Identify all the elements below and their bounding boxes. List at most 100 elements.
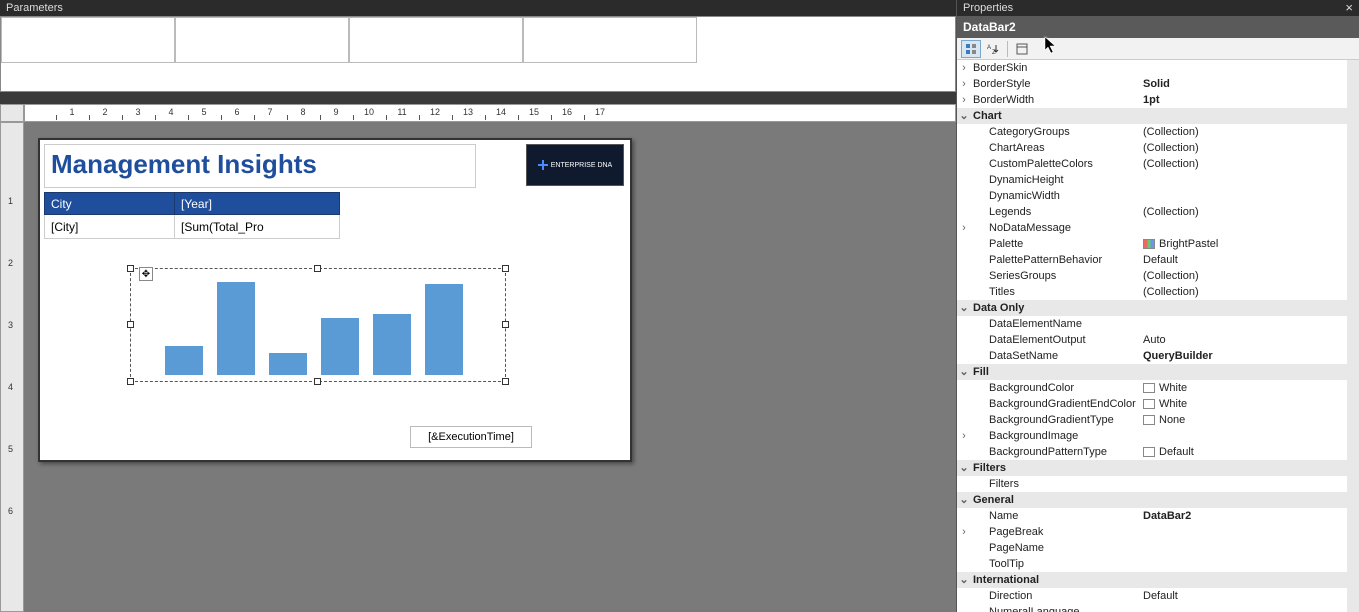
property-value[interactable]: [1139, 364, 1359, 380]
property-category[interactable]: ⌄Fill: [957, 364, 1359, 380]
property-row[interactable]: PalettePatternBehaviorDefault: [957, 252, 1359, 268]
expander-icon[interactable]: ›: [957, 220, 971, 236]
property-value[interactable]: [1139, 428, 1359, 444]
alphabetical-view-button[interactable]: AZ: [983, 40, 1003, 58]
report-title-textbox[interactable]: Management Insights: [44, 144, 476, 188]
property-category[interactable]: ⌄General: [957, 492, 1359, 508]
logo-image[interactable]: ENTERPRISE DNA: [526, 144, 624, 186]
property-value[interactable]: BrightPastel: [1139, 236, 1359, 252]
expander-icon[interactable]: ›: [957, 428, 971, 444]
scrollbar[interactable]: [1347, 60, 1359, 612]
property-row[interactable]: CategoryGroups(Collection): [957, 124, 1359, 140]
property-value[interactable]: Solid: [1139, 76, 1359, 92]
property-value[interactable]: Auto: [1139, 332, 1359, 348]
table-cell[interactable]: [City]: [45, 215, 175, 239]
property-row[interactable]: Filters: [957, 476, 1359, 492]
property-row[interactable]: NameDataBar2: [957, 508, 1359, 524]
parameters-splitter[interactable]: [0, 92, 956, 104]
property-value[interactable]: Default: [1139, 444, 1359, 460]
property-value[interactable]: [1139, 316, 1359, 332]
property-value[interactable]: Default: [1139, 252, 1359, 268]
property-row[interactable]: DynamicHeight: [957, 172, 1359, 188]
param-cell[interactable]: [349, 17, 523, 63]
property-value[interactable]: 1pt: [1139, 92, 1359, 108]
property-value[interactable]: (Collection): [1139, 268, 1359, 284]
property-row[interactable]: DataElementOutputAuto: [957, 332, 1359, 348]
property-value[interactable]: (Collection): [1139, 156, 1359, 172]
property-pages-button[interactable]: [1012, 40, 1032, 58]
expander-icon[interactable]: ⌄: [957, 108, 971, 124]
property-row[interactable]: ›BorderStyleSolid: [957, 76, 1359, 92]
property-row[interactable]: ›PageBreak: [957, 524, 1359, 540]
design-surface[interactable]: Management Insights ENTERPRISE DNA City …: [24, 122, 956, 612]
property-value[interactable]: [1139, 460, 1359, 476]
property-category[interactable]: ⌄Data Only: [957, 300, 1359, 316]
expander-icon[interactable]: ⌄: [957, 572, 971, 588]
property-value[interactable]: None: [1139, 412, 1359, 428]
resize-handle[interactable]: [502, 321, 509, 328]
property-value[interactable]: [1139, 188, 1359, 204]
property-value[interactable]: [1139, 220, 1359, 236]
property-value[interactable]: [1139, 540, 1359, 556]
property-category[interactable]: ⌄International: [957, 572, 1359, 588]
property-value[interactable]: (Collection): [1139, 204, 1359, 220]
expander-icon[interactable]: ›: [957, 524, 971, 540]
property-row[interactable]: PageName: [957, 540, 1359, 556]
property-row[interactable]: BackgroundGradientTypeNone: [957, 412, 1359, 428]
table-header-year[interactable]: [Year]: [175, 193, 340, 215]
property-value[interactable]: [1139, 476, 1359, 492]
property-row[interactable]: ›BorderWidth1pt: [957, 92, 1359, 108]
property-row[interactable]: BackgroundColorWhite: [957, 380, 1359, 396]
property-category[interactable]: ⌄Filters: [957, 460, 1359, 476]
resize-handle[interactable]: [502, 265, 509, 272]
expander-icon[interactable]: ›: [957, 60, 971, 76]
property-value[interactable]: [1139, 172, 1359, 188]
expander-icon[interactable]: ›: [957, 76, 971, 92]
expander-icon[interactable]: ›: [957, 92, 971, 108]
properties-object-selector[interactable]: DataBar2: [957, 16, 1359, 38]
property-row[interactable]: CustomPaletteColors(Collection): [957, 156, 1359, 172]
databar-chart-selected[interactable]: ✥: [130, 268, 506, 382]
resize-handle[interactable]: [127, 321, 134, 328]
property-row[interactable]: ›NoDataMessage: [957, 220, 1359, 236]
property-row[interactable]: DynamicWidth: [957, 188, 1359, 204]
table-header-city[interactable]: City: [45, 193, 175, 215]
property-row[interactable]: DataElementName: [957, 316, 1359, 332]
property-value[interactable]: [1139, 524, 1359, 540]
expander-icon[interactable]: ⌄: [957, 364, 971, 380]
property-row[interactable]: ToolTip: [957, 556, 1359, 572]
move-handle-icon[interactable]: ✥: [139, 267, 153, 281]
property-value[interactable]: White: [1139, 396, 1359, 412]
property-row[interactable]: BackgroundGradientEndColorWhite: [957, 396, 1359, 412]
property-row[interactable]: NumeralLanguage: [957, 604, 1359, 612]
property-row[interactable]: ChartAreas(Collection): [957, 140, 1359, 156]
expander-icon[interactable]: ⌄: [957, 492, 971, 508]
property-value[interactable]: (Collection): [1139, 284, 1359, 300]
report-body[interactable]: Management Insights ENTERPRISE DNA City …: [38, 138, 632, 462]
expander-icon[interactable]: ⌄: [957, 300, 971, 316]
property-row[interactable]: BackgroundPatternTypeDefault: [957, 444, 1359, 460]
property-value[interactable]: [1139, 572, 1359, 588]
table-cell[interactable]: [Sum(Total_Pro: [175, 215, 340, 239]
resize-handle[interactable]: [127, 265, 134, 272]
property-value[interactable]: [1139, 108, 1359, 124]
property-value[interactable]: [1139, 60, 1359, 76]
resize-handle[interactable]: [127, 378, 134, 385]
property-row[interactable]: PaletteBrightPastel: [957, 236, 1359, 252]
property-row[interactable]: Legends(Collection): [957, 204, 1359, 220]
property-value[interactable]: (Collection): [1139, 140, 1359, 156]
property-row[interactable]: ›BorderSkin: [957, 60, 1359, 76]
execution-time-textbox[interactable]: [&ExecutionTime]: [410, 426, 532, 448]
param-cell[interactable]: [1, 17, 175, 63]
property-row[interactable]: SeriesGroups(Collection): [957, 268, 1359, 284]
property-value[interactable]: [1139, 300, 1359, 316]
close-icon[interactable]: ×: [1345, 0, 1353, 16]
property-value[interactable]: [1139, 604, 1359, 612]
resize-handle[interactable]: [314, 265, 321, 272]
data-table[interactable]: City [Year] [City] [Sum(Total_Pro: [44, 192, 340, 239]
property-value[interactable]: [1139, 492, 1359, 508]
property-category[interactable]: ⌄Chart: [957, 108, 1359, 124]
property-value[interactable]: (Collection): [1139, 124, 1359, 140]
property-value[interactable]: DataBar2: [1139, 508, 1359, 524]
property-row[interactable]: ›BackgroundImage: [957, 428, 1359, 444]
